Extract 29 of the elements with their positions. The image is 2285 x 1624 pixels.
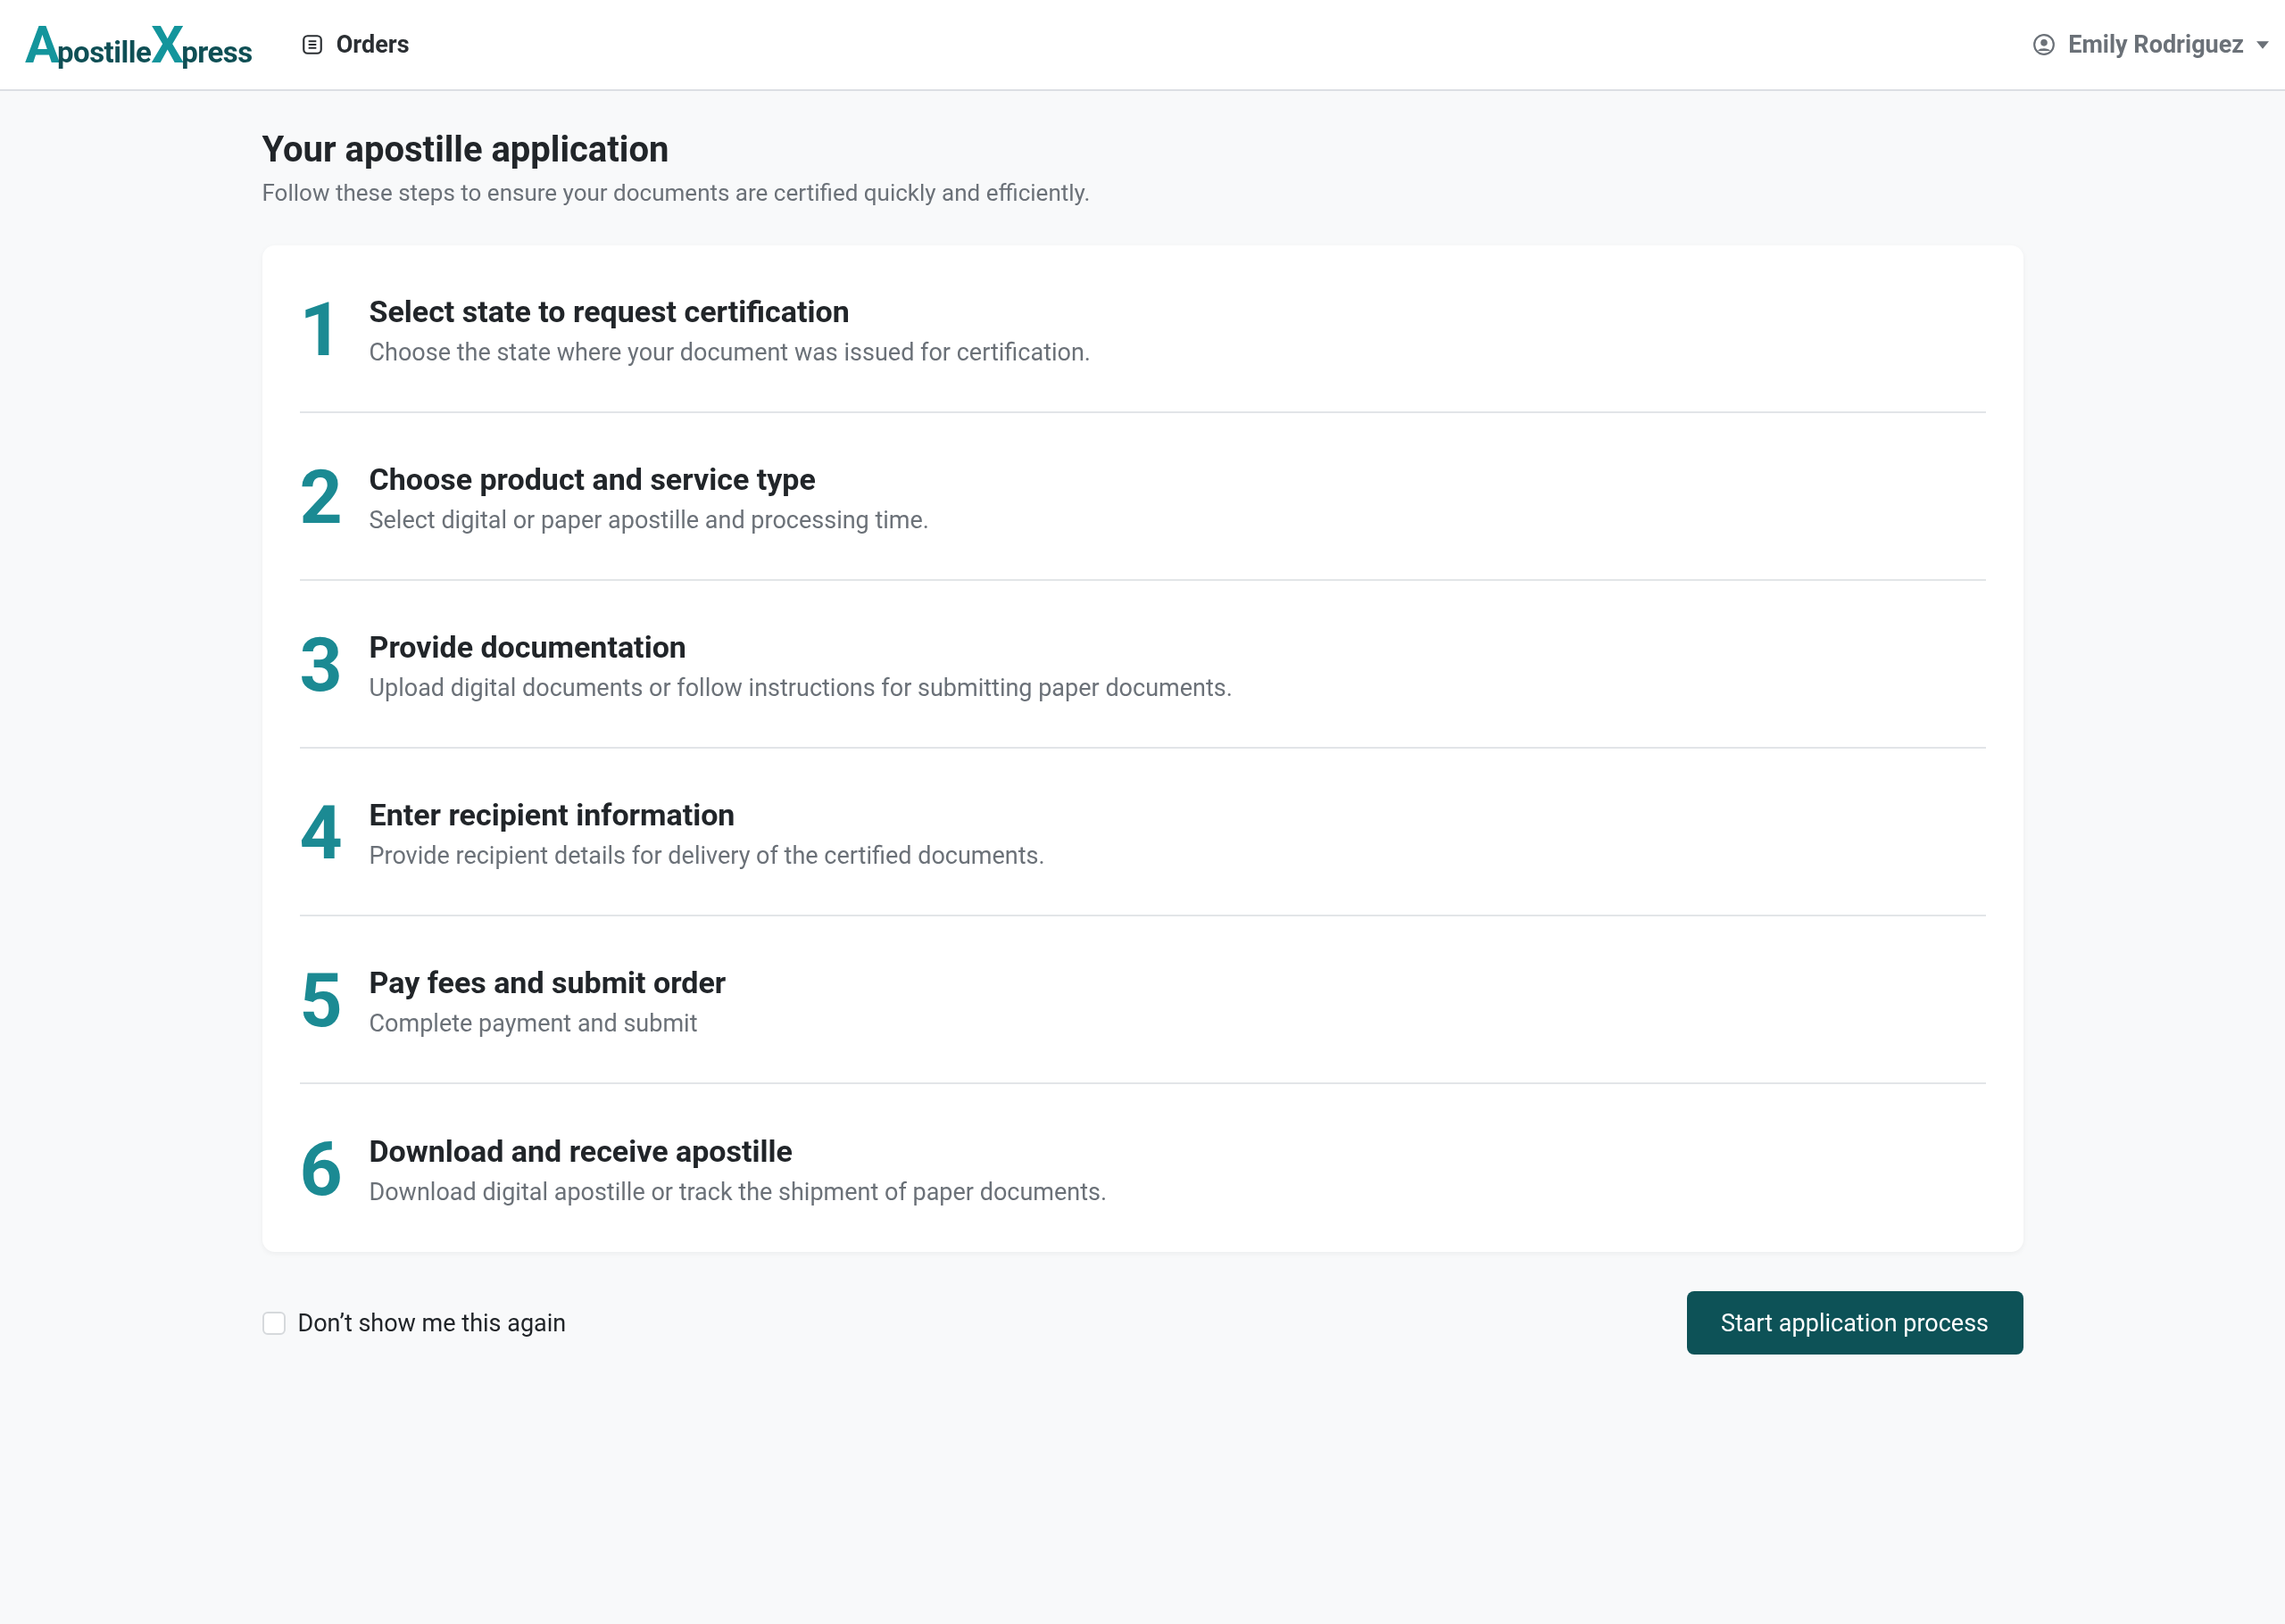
logo[interactable]: ApostilleXpress [25,19,253,70]
step-number: 2 [299,460,343,535]
nav-link[interactable]: Orders [300,30,410,59]
user-icon [2032,33,2056,56]
step-number: 1 [299,293,343,368]
step-number: 4 [299,796,343,871]
step-title: Enter recipient information [369,797,736,833]
step-description: Download digital apostille or track the shipment of paper documents. [369,1178,1108,1206]
page-title: Your apostille application [262,128,670,170]
step-description: Provide recipient details for delivery of the certified documents. [369,841,1045,870]
step-title: Select state to request certification [369,294,851,329]
user-menu[interactable]: Emily Rodriguez [2032,30,2269,59]
step-title: Provide documentation [369,629,687,665]
checkbox[interactable] [262,1311,286,1335]
step-description: Upload digital documents or follow instructions for submitting paper documents. [369,674,1233,702]
step-title: Download and receive apostille [369,1133,794,1169]
checkbox-label: Don’t show me this again [297,1308,567,1338]
step-description: Choose the state where your document was issued for certification. [369,338,1091,367]
step-number: 6 [299,1132,343,1207]
page-subtitle: Follow these steps to ensure your documents are certified quickly and efficiently. [262,179,1092,206]
step-title: Pay fees and submit order [369,965,727,1000]
caret-icon [2256,40,2269,49]
start-button[interactable]: Start application process [1686,1291,2023,1355]
step-number: 5 [299,964,343,1039]
step-description: Select digital or paper apostille and processing time. [369,506,929,534]
step-title: Choose product and service type [369,461,817,497]
step-number: 3 [299,628,343,703]
list-icon [300,33,324,56]
step-description: Complete payment and submit [369,1009,699,1038]
